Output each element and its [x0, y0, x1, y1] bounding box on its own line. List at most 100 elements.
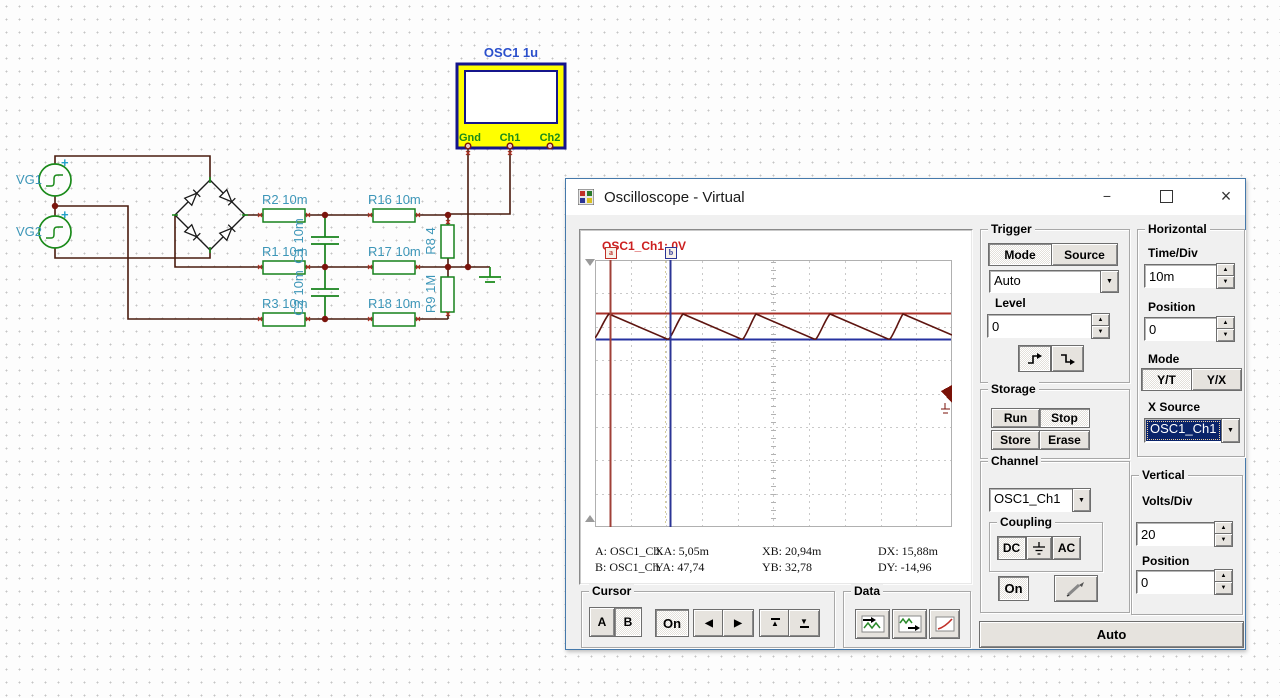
vertical-position-field[interactable]	[1136, 570, 1215, 594]
time-div-field[interactable]	[1144, 264, 1217, 288]
resistor-r8	[440, 224, 455, 259]
label-r9: R9 1M	[423, 275, 438, 313]
trigger-level-spinner[interactable]: ▲ ▼	[1092, 314, 1109, 338]
channel-value: OSC1_Ch1	[994, 491, 1061, 506]
label-vg1: VG1	[16, 172, 42, 187]
close-button[interactable]: ×	[1209, 181, 1243, 211]
trigger-mode-combo[interactable]: Auto ▼	[989, 270, 1119, 293]
cursor-b-button[interactable]: B	[615, 608, 641, 636]
combo-arrow-icon[interactable]: ▼	[1073, 489, 1090, 511]
coupling-dc-button[interactable]: DC	[998, 537, 1025, 559]
combo-arrow-icon[interactable]: ▼	[1101, 271, 1118, 292]
erase-button[interactable]: Erase	[1040, 431, 1089, 449]
cursor-a-button[interactable]: A	[590, 608, 614, 636]
data-curve-icon	[935, 616, 954, 632]
volts-div-field[interactable]	[1136, 522, 1215, 546]
storage-group-title: Storage	[988, 382, 1039, 396]
trigger-mode-value: Auto	[994, 273, 1021, 288]
oscilloscope-window: Oscilloscope - Virtual − × OSC1_Ch1: 0V …	[565, 178, 1246, 650]
cursor-a-handle[interactable]: a	[605, 247, 617, 259]
store-button[interactable]: Store	[992, 431, 1039, 449]
volts-div-spinner[interactable]: ▲ ▼	[1215, 522, 1232, 546]
window-titlebar[interactable]: Oscilloscope - Virtual − ×	[566, 179, 1245, 215]
x-source-combo[interactable]: OSC1_Ch1 ▼	[1144, 418, 1240, 443]
oscilloscope-block[interactable]: Gnd Ch1 Ch2	[455, 62, 567, 150]
minimize-button[interactable]: −	[1090, 181, 1124, 211]
falling-edge-icon	[1060, 353, 1075, 365]
diode-bridge[interactable]	[172, 177, 248, 253]
cursor-group: Cursor A B On ◀ ▶ ▲ ▼	[581, 584, 835, 648]
label-r2: R2 10m	[262, 192, 308, 207]
run-label: Run	[1003, 411, 1028, 425]
cursor-b-handle[interactable]: b	[665, 247, 677, 259]
left-marker-top-icon[interactable]	[585, 259, 595, 266]
trigger-rising-edge-button[interactable]	[1019, 346, 1050, 371]
trigger-group: Trigger Mode Source Auto ▼ Level ▲ ▼	[980, 222, 1130, 383]
coupling-ground-button[interactable]	[1027, 537, 1051, 559]
data-curve-button[interactable]	[930, 610, 959, 638]
horizontal-group-title: Horizontal	[1145, 222, 1210, 236]
capacitor-c2[interactable]	[311, 267, 339, 319]
horizontal-position-field[interactable]	[1144, 317, 1217, 341]
channel-on-button[interactable]: On	[999, 577, 1028, 600]
spin-down-icon[interactable]: ▼	[1215, 534, 1232, 546]
resistor-r17	[372, 260, 416, 275]
data-import-button[interactable]	[856, 610, 889, 638]
data-group: Data	[843, 584, 971, 648]
label-r8: R8 4	[423, 227, 438, 254]
yx-mode-button[interactable]: Y/X	[1192, 369, 1241, 390]
trigger-source-button[interactable]: Source	[1052, 244, 1117, 265]
dc-label: DC	[1002, 541, 1021, 555]
maximize-button[interactable]	[1149, 181, 1183, 211]
cursor-b-label: B	[623, 615, 633, 629]
cursor-jump-down-button[interactable]: ▼	[789, 610, 819, 636]
ground-symbol[interactable]	[479, 267, 501, 283]
data-export-icon	[898, 615, 921, 633]
stop-button[interactable]: Stop	[1040, 409, 1089, 427]
cursor-group-title: Cursor	[589, 584, 635, 598]
channel-combo[interactable]: OSC1_Ch1 ▼	[989, 488, 1091, 512]
cursor-left-icon: ◀	[705, 617, 713, 629]
probe-button[interactable]	[1055, 576, 1097, 601]
coupling-group-title: Coupling	[997, 515, 1055, 529]
trigger-level-field[interactable]	[987, 314, 1092, 338]
coupling-group: Coupling DC AC	[989, 515, 1103, 572]
spin-down-icon[interactable]: ▼	[1217, 329, 1234, 341]
run-button[interactable]: Run	[992, 409, 1039, 427]
cursor-left-button[interactable]: ◀	[694, 610, 724, 636]
spin-up-icon[interactable]: ▲	[1215, 522, 1232, 534]
auto-button[interactable]: Auto	[980, 622, 1243, 647]
resistor-r18	[372, 312, 416, 327]
osc-pin-gnd-label: Gnd	[459, 132, 481, 144]
close-icon: ×	[1220, 185, 1232, 206]
schematic-canvas[interactable]: + + VG1 VG2 R2 10m R16 10m R1 10m R17 10…	[0, 0, 580, 345]
spin-up-icon[interactable]: ▲	[1092, 314, 1109, 326]
spin-up-icon[interactable]: ▲	[1217, 317, 1234, 329]
vertical-position-spinner[interactable]: ▲ ▼	[1215, 570, 1232, 594]
label-c2: C2 10m	[291, 270, 306, 316]
cursor-on-button[interactable]: On	[656, 610, 688, 636]
cursor-right-button[interactable]: ▶	[723, 610, 753, 636]
combo-arrow-icon[interactable]: ▼	[1222, 419, 1239, 442]
data-export-button[interactable]	[893, 610, 926, 638]
readout-b-name: B: OSC1_Ch	[595, 560, 659, 574]
label-r17: R17 10m	[368, 244, 421, 259]
left-marker-bottom-icon[interactable]	[585, 515, 595, 522]
resistor-r16	[372, 208, 416, 223]
trigger-falling-edge-button[interactable]	[1052, 346, 1083, 371]
spin-down-icon[interactable]: ▼	[1217, 276, 1234, 288]
spin-down-icon[interactable]: ▼	[1215, 582, 1232, 594]
vertical-position-label: Position	[1142, 554, 1190, 568]
cursor-a-label: A	[597, 615, 607, 629]
trigger-mode-label: Mode	[1004, 247, 1036, 262]
trigger-mode-button[interactable]: Mode	[989, 244, 1051, 265]
spin-down-icon[interactable]: ▼	[1092, 326, 1109, 338]
horizontal-position-spinner[interactable]: ▲ ▼	[1217, 317, 1234, 341]
yt-mode-button[interactable]: Y/T	[1142, 369, 1191, 390]
time-div-spinner[interactable]: ▲ ▼	[1217, 264, 1234, 288]
coupling-ac-button[interactable]: AC	[1053, 537, 1080, 559]
spin-up-icon[interactable]: ▲	[1217, 264, 1234, 276]
spin-up-icon[interactable]: ▲	[1215, 570, 1232, 582]
cursor-jump-up-button[interactable]: ▲	[760, 610, 790, 636]
capacitor-c1[interactable]	[311, 215, 339, 267]
